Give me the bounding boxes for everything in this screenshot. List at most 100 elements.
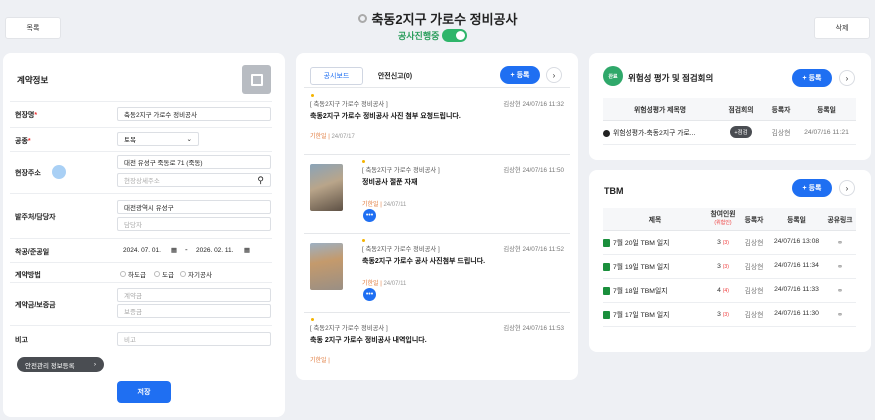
address-detail-input[interactable]: 현장상세주소 ⚲ <box>117 173 271 187</box>
post-meta: 김상현 24/07/16 11:50 <box>503 167 564 174</box>
post-meta: 김상현 24/07/16 11:32 <box>503 101 564 108</box>
tbm-row-count: 3 <box>717 238 721 246</box>
risk-title: 위험성 평가 및 점검회의 <box>628 73 714 83</box>
tbm-row-count: 3 <box>717 310 721 318</box>
col-header: 제목 <box>603 208 707 231</box>
tbm-row-risk: (3) <box>722 263 729 270</box>
col-header: 등록자 <box>739 208 769 231</box>
page-title-wrap: 축동2지구 가로수 정비공사 <box>0 9 875 28</box>
delete-button[interactable]: 삭제 <box>814 17 870 39</box>
work-type-label: 공종* <box>15 138 31 145</box>
table-row[interactable]: 7월 19일 TBM 일지 3 (3) 김상현 24/07/16 11:34 ⚭ <box>603 254 856 279</box>
client-input[interactable]: 대전광역시 유성구 <box>117 200 271 214</box>
link-icon[interactable]: ⚭ <box>837 286 844 295</box>
col-header: 점검회의 <box>717 98 765 121</box>
work-type-select[interactable]: 토목 ⌄ <box>117 132 199 146</box>
note-input[interactable]: 비고 <box>117 332 271 346</box>
dates-label: 착공/준공일 <box>15 249 50 256</box>
start-date-input[interactable]: 2024. 07. 01. ▦ <box>117 243 183 257</box>
note-label: 비고 <box>15 337 28 344</box>
col-header: 등록일 <box>769 208 824 231</box>
chevron-right-icon: › <box>845 183 849 193</box>
download-icon[interactable] <box>603 129 610 137</box>
risk-table: 위험성평가 제목명 점검회의 등록자 등록일 위험성평가-축동2지구 가로...… <box>603 98 856 145</box>
tbm-next-button[interactable]: › <box>839 180 855 196</box>
post-item-3[interactable]: [ 축동2지구 가로수 정비공사 ] 김상현 24/07/16 11:52 축동… <box>362 244 564 287</box>
more-icon[interactable]: ••• <box>363 209 376 222</box>
method-radio-2[interactable]: 도급 <box>154 269 174 279</box>
safety-info-button[interactable]: 안전관리 정보등록 › <box>17 357 104 372</box>
tbm-add-button[interactable]: + 등록 <box>792 179 832 197</box>
manager-input[interactable]: 담당자 <box>117 217 271 231</box>
status-wrap: 공사진행중 <box>398 29 468 42</box>
risk-row-date: 24/07/16 11:21 <box>797 120 856 145</box>
building-image-button[interactable] <box>242 65 271 94</box>
table-row[interactable]: 7월 17일 TBM 일지 3 (3) 김상현 24/07/16 11:30 ⚭ <box>603 302 856 327</box>
location-icon[interactable] <box>52 165 66 179</box>
post-title: 축동2지구 가로수 공사 사진첨부 드립니다. <box>362 258 486 265</box>
tbm-row-user: 김상현 <box>739 302 769 327</box>
save-button[interactable]: 저장 <box>117 381 171 403</box>
tbm-row-date: 24/07/16 11:33 <box>769 278 824 303</box>
tab-safety-report[interactable]: 안전신고(0) <box>367 67 423 85</box>
more-icon[interactable]: ••• <box>363 288 376 301</box>
method-label: 계약방법 <box>15 272 41 279</box>
tbm-row-user: 김상현 <box>739 254 769 279</box>
table-row[interactable]: 7월 20일 TBM 일지 3 (3) 김상현 24/07/16 13:08 ⚭ <box>603 230 856 255</box>
table-row[interactable]: 위험성평가-축동2지구 가로... +점검 김상현 24/07/16 11:21 <box>603 120 856 145</box>
tbm-row-date: 24/07/16 11:30 <box>769 302 824 327</box>
board-next-button[interactable]: › <box>546 67 562 83</box>
address-label: 현장주소 <box>15 170 41 177</box>
status-label: 공사진행중 <box>398 31 440 41</box>
link-icon[interactable]: ⚭ <box>837 310 844 319</box>
risk-next-button[interactable]: › <box>839 70 855 86</box>
link-icon[interactable]: ⚭ <box>837 238 844 247</box>
site-name-input[interactable]: 축동2지구 가로수 정비공사 <box>117 107 271 121</box>
post-item-2[interactable]: [ 축동2지구 가로수 정비공사 ] 김상현 24/07/16 11:50 정비… <box>362 165 564 208</box>
tbm-table: 제목 참여인원 (위험인) 등록자 등록일 공유링크 7월 20일 TBM 일지 3… <box>603 208 856 327</box>
calendar-icon[interactable]: ▦ <box>244 246 250 254</box>
post-deadline: 기한일 | <box>310 358 330 364</box>
amount-input[interactable]: 계약금 <box>117 288 271 302</box>
tab-notice-board[interactable]: 공시보드 <box>310 67 363 85</box>
amount-label: 계약금/보증금 <box>15 302 56 309</box>
tbm-row-user: 김상현 <box>739 230 769 255</box>
contract-title: 계약정보 <box>17 75 49 85</box>
address-input[interactable]: 대전 유성구 죽동로 71 (죽동) <box>117 155 271 169</box>
excel-icon <box>603 287 610 296</box>
col-header: 등록일 <box>797 98 856 121</box>
list-item[interactable]: [ 축동2지구 가로수 정비공사 ] 김상현 24/07/16 11:53 축동… <box>310 323 564 364</box>
excel-icon <box>603 311 610 320</box>
table-row[interactable]: 7월 18일 TBM일지 4 (4) 김상현 24/07/16 11:33 ⚭ <box>603 278 856 303</box>
check-button[interactable]: +점검 <box>730 126 752 138</box>
tbm-row-name: 7월 19일 TBM 일지 <box>613 263 670 271</box>
tbm-row-date: 24/07/16 11:34 <box>769 254 824 279</box>
risk-row-user: 김상현 <box>765 120 797 145</box>
post-deadline: 기한일 | 24/07/17 <box>310 134 355 140</box>
post-thumbnail[interactable] <box>310 243 343 290</box>
deposit-input[interactable]: 보증금 <box>117 304 271 318</box>
list-item[interactable]: [ 축동2지구 가로수 정비공사 ] 김상현 24/07/16 11:32 축동… <box>310 99 564 140</box>
link-icon[interactable]: ⚭ <box>837 262 844 271</box>
chevron-down-icon: ⌄ <box>186 136 192 143</box>
tbm-row-risk: (3) <box>722 239 729 246</box>
calendar-icon[interactable]: ▦ <box>171 246 177 254</box>
board-add-button[interactable]: + 등록 <box>500 66 540 84</box>
post-title: 축동 2지구 가로수 정비공사 내역입니다. <box>310 337 427 344</box>
chevron-right-icon: › <box>552 70 556 80</box>
col-header: 공유링크 <box>824 208 856 231</box>
risk-add-button[interactable]: + 등록 <box>792 69 832 87</box>
excel-icon <box>603 263 610 272</box>
post-thumbnail[interactable] <box>310 164 343 211</box>
search-icon[interactable]: ⚲ <box>257 175 264 186</box>
risk-row-name: 위험성평가-축동2지구 가로... <box>613 130 696 137</box>
method-radio-3[interactable]: 자기공사 <box>180 269 212 279</box>
method-radio-1[interactable]: 하도급 <box>120 269 146 279</box>
tbm-title: TBM <box>604 186 624 196</box>
status-toggle[interactable] <box>442 29 468 42</box>
tbm-row-risk: (4) <box>722 287 729 294</box>
post-title: 정비공사 절푼 자재 <box>362 179 418 186</box>
post-meta: 김상현 24/07/16 11:52 <box>503 246 564 253</box>
gear-icon <box>357 14 367 23</box>
end-date-input[interactable]: 2026. 02. 11. ▦ <box>190 243 256 257</box>
